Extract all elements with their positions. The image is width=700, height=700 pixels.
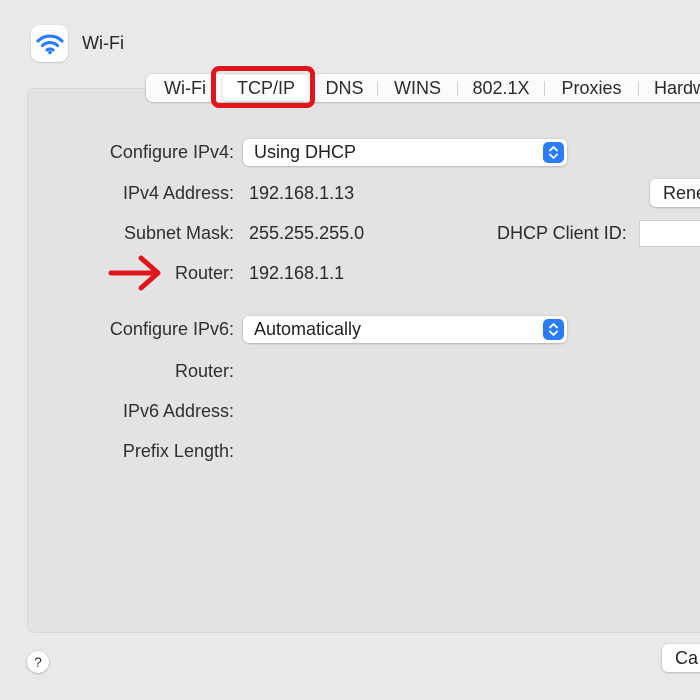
subnet-mask-label: Subnet Mask:: [123, 223, 234, 243]
tab-hardware[interactable]: Hardw: [639, 74, 700, 102]
dhcp-client-id-label: DHCP Client ID:: [497, 223, 627, 243]
configure-ipv4-label: Configure IPv4:: [109, 142, 234, 162]
dhcp-client-id-field[interactable]: [639, 220, 700, 247]
wifi-icon: [35, 33, 64, 54]
help-button[interactable]: ?: [27, 651, 49, 673]
configure-ipv6-value: Automatically: [254, 319, 362, 339]
subnet-mask-value: 255.255.255.0: [249, 223, 365, 243]
tab-highlight-annotation: [211, 66, 315, 108]
router-value: 192.168.1.1: [249, 263, 345, 283]
ipv6-router-label: Router:: [174, 361, 234, 381]
ipv4-address-label: IPv4 Address:: [122, 183, 234, 203]
tab-proxies[interactable]: Proxies: [545, 74, 638, 102]
configure-ipv6-popup[interactable]: Automatically: [243, 316, 567, 343]
tab-dns[interactable]: DNS: [312, 74, 377, 102]
renew-dhcp-button[interactable]: Rene: [650, 179, 700, 207]
popup-stepper-icon: [543, 319, 564, 340]
configure-ipv4-popup[interactable]: Using DHCP: [243, 139, 567, 166]
window-title: Wi-Fi: [82, 33, 124, 53]
popup-stepper-icon: [543, 142, 564, 163]
configure-ipv4-value: Using DHCP: [254, 142, 357, 162]
tab-wins[interactable]: WINS: [378, 74, 457, 102]
router-label: Router:: [174, 263, 234, 283]
tab-8021x[interactable]: 802.1X: [458, 74, 544, 102]
ipv6-address-label: IPv6 Address:: [122, 401, 234, 421]
cancel-button[interactable]: Ca: [662, 644, 700, 672]
configure-ipv6-label: Configure IPv6:: [109, 319, 234, 339]
wifi-app-icon: [31, 25, 68, 62]
prefix-length-label: Prefix Length:: [122, 441, 234, 461]
ipv4-address-value: 192.168.1.13: [249, 183, 355, 203]
